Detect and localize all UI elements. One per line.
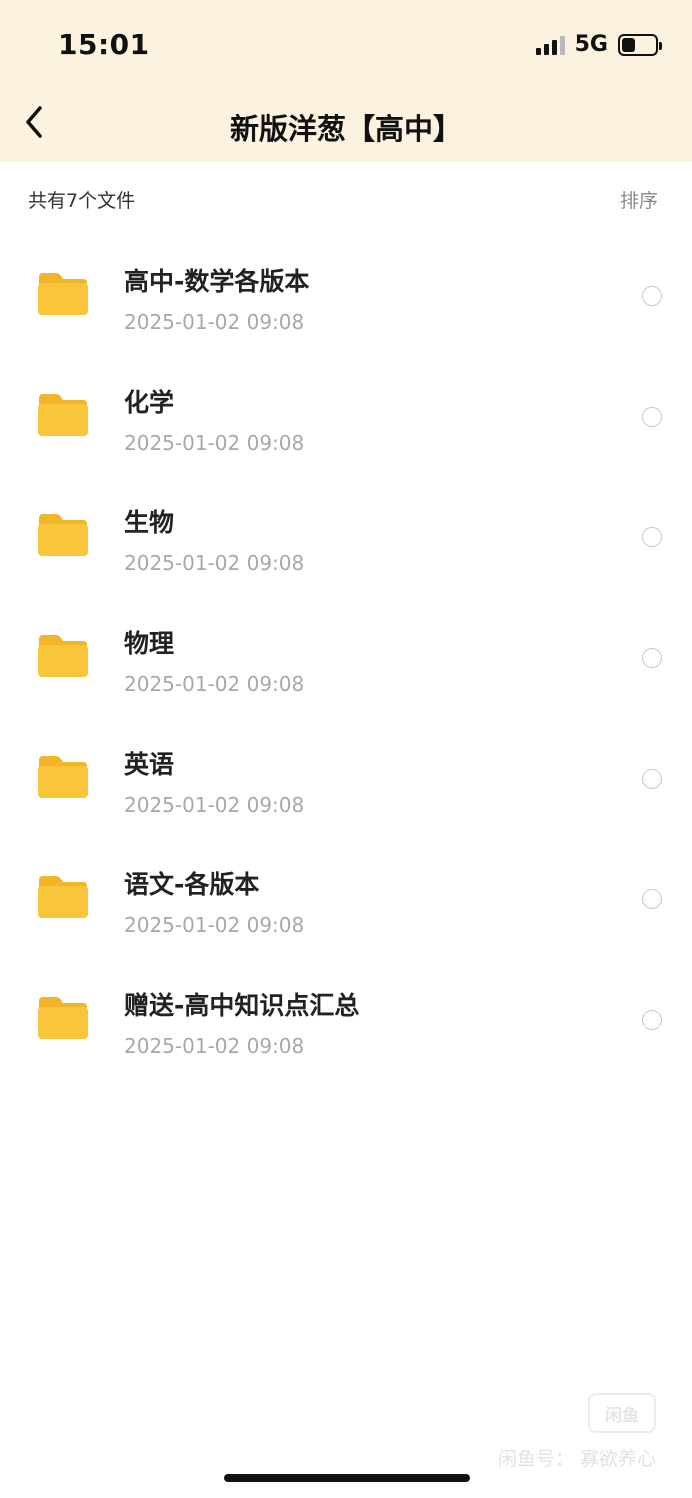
file-name: 生物 [124, 508, 175, 538]
home-indicator[interactable] [224, 1474, 470, 1482]
file-date: 2025-01-02 09:08 [124, 792, 305, 817]
list-item[interactable]: 高中-数学各版本 2025-01-02 09:08 [0, 236, 692, 357]
file-name: 高中-数学各版本 [124, 267, 310, 296]
list-item[interactable]: 化学 2025-01-02 09:08 [0, 357, 692, 478]
file-date: 2025-01-02 09:08 [124, 672, 305, 697]
select-radio[interactable] [642, 286, 662, 306]
select-radio[interactable] [642, 406, 662, 427]
list-item[interactable]: 英语 2025-01-02 09:08 [0, 719, 692, 840]
status-indicators: 5G [535, 32, 662, 57]
folder-icon [38, 997, 88, 1040]
watermark-logo: 闲鱼 [588, 1393, 656, 1433]
file-date: 2025-01-02 09:08 [124, 430, 305, 455]
file-date: 2025-01-02 09:08 [124, 913, 305, 938]
watermark-text: 闲鱼号： 寡欲养心 [497, 1448, 656, 1470]
select-radio[interactable] [642, 768, 662, 789]
file-date: 2025-01-02 09:08 [124, 1034, 305, 1059]
folder-icon [38, 273, 88, 315]
select-radio[interactable] [642, 527, 662, 548]
select-radio[interactable] [642, 1010, 662, 1031]
file-count: 共有7个文件 [28, 190, 136, 212]
page-title: 新版洋葱【高中】 [229, 112, 462, 146]
battery-icon [618, 33, 662, 56]
list-item[interactable]: 赠送-高中知识点汇总 2025-01-02 09:08 [0, 960, 692, 1081]
list-item[interactable]: 物理 2025-01-02 09:08 [0, 598, 692, 719]
list-item[interactable]: 生物 2025-01-02 09:08 [0, 477, 692, 598]
file-list: 高中-数学各版本 2025-01-02 09:08 化学 2025-01-02 09:… [0, 236, 692, 1081]
file-name: 化学 [124, 387, 175, 417]
file-date: 2025-01-02 09:08 [124, 551, 305, 576]
folder-icon [38, 514, 88, 557]
header: 15:01 5G 新版洋葱【高中】 [0, 0, 692, 162]
file-name: 语文-各版本 [124, 870, 260, 900]
list-item[interactable]: 语文-各版本 2025-01-02 09:08 [0, 839, 692, 960]
signal-icon [535, 35, 565, 55]
folder-icon [38, 755, 88, 798]
select-radio[interactable] [642, 648, 662, 669]
network-type: 5G [574, 32, 608, 57]
folder-icon [38, 635, 88, 678]
status-time: 15:01 [58, 28, 150, 61]
folder-icon [38, 876, 88, 919]
select-radio[interactable] [642, 889, 662, 910]
folder-icon [38, 393, 88, 436]
screen: 15:01 5G 新版洋葱【高中】 共有7个文件 排序 高中-数学各版本 2025… [0, 0, 692, 1498]
sort-button[interactable]: 排序 [620, 186, 658, 213]
file-name: 赠送-高中知识点汇总 [124, 991, 360, 1021]
file-name: 物理 [124, 629, 175, 659]
file-name: 英语 [124, 749, 175, 779]
file-date: 2025-01-02 09:08 [124, 310, 305, 334]
